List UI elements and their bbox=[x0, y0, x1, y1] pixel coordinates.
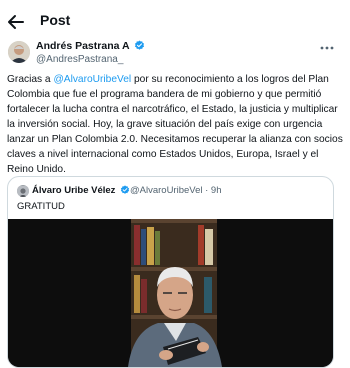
quoted-avatar-photo bbox=[17, 186, 29, 197]
avatar-photo bbox=[8, 41, 30, 63]
quoted-text: GRATITUD bbox=[17, 201, 65, 212]
quoted-tweet[interactable]: Álvaro Uribe Vélez @AlvaroUribeVel · 9h … bbox=[7, 176, 334, 368]
avatar[interactable] bbox=[8, 41, 30, 63]
more-options-icon[interactable] bbox=[320, 42, 334, 54]
mention-link[interactable]: @AlvaroUribeVel bbox=[53, 74, 131, 85]
video-frame bbox=[8, 219, 333, 367]
quoted-avatar bbox=[17, 185, 29, 197]
post-header: Post bbox=[0, 0, 350, 44]
back-arrow-icon[interactable] bbox=[6, 12, 26, 32]
quoted-handle-time: @AlvaroUribeVel · 9h bbox=[130, 185, 222, 196]
tweet-text: Gracias a @AlvaroUribeVel por su reconoc… bbox=[7, 72, 345, 177]
quoted-video[interactable] bbox=[8, 219, 333, 367]
author-name-text: Andrés Pastrana A bbox=[36, 40, 130, 52]
author-name[interactable]: Andrés Pastrana A bbox=[36, 40, 145, 52]
tweet-text-start: Gracias a bbox=[7, 74, 54, 85]
author-handle[interactable]: @AndresPastrana_ bbox=[36, 54, 123, 65]
verified-badge-icon bbox=[120, 185, 130, 194]
page-title: Post bbox=[40, 12, 71, 28]
quoted-author-name: Álvaro Uribe Vélez bbox=[32, 185, 130, 196]
verified-badge-icon bbox=[135, 40, 145, 50]
tweet-text-rest: por su reconocimiento a los logros del P… bbox=[7, 74, 343, 175]
quoted-author-name-text: Álvaro Uribe Vélez bbox=[32, 185, 116, 196]
